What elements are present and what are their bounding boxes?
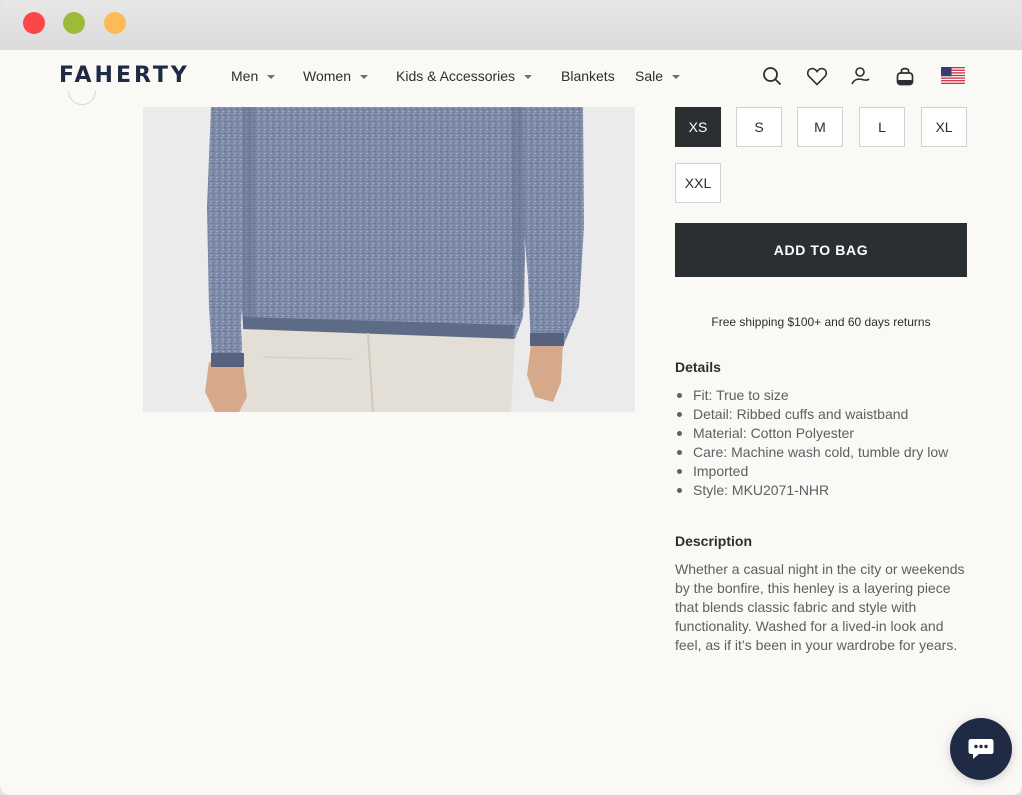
product-image[interactable] [143,107,635,412]
nav-blankets[interactable]: Blankets [561,68,615,84]
nav-men-label: Men [231,68,259,84]
size-option-l[interactable]: L [859,107,905,147]
chevron-down-icon [267,75,276,79]
nav-kids-accessories[interactable]: Kids & Accessories [396,68,533,84]
close-window-button[interactable] [23,12,45,34]
nav-sale[interactable]: Sale [635,68,681,84]
size-option-xxl[interactable]: XXL [675,163,721,203]
list-item: Detail: Ribbed cuffs and waistband [675,405,948,424]
bag-icon[interactable] [893,64,917,88]
list-item: Care: Machine wash cold, tumble dry low [675,443,948,462]
window-titlebar [0,0,1022,50]
chevron-down-icon [672,75,681,79]
details-heading: Details [675,359,721,375]
nav-blankets-label: Blankets [561,68,615,84]
thumbnail-partial[interactable] [68,91,96,107]
chevron-down-icon [524,75,533,79]
details-list: Fit: True to size Detail: Ribbed cuffs a… [675,386,948,500]
list-item: Style: MKU2071-NHR [675,481,948,500]
nav-men[interactable]: Men [231,68,276,84]
search-icon[interactable] [760,64,784,88]
list-item: Fit: True to size [675,386,948,405]
size-option-m[interactable]: M [797,107,843,147]
faherty-logo[interactable]: FAHERTY [59,63,190,88]
nav-women[interactable]: Women [303,68,368,84]
list-item: Material: Cotton Polyester [675,424,948,443]
account-icon[interactable] [848,64,872,88]
shipping-note: Free shipping $100+ and 60 days returns [711,315,931,329]
us-flag-icon[interactable] [941,67,965,84]
size-option-s[interactable]: S [736,107,782,147]
size-option-xl[interactable]: XL [921,107,967,147]
chat-bubble-icon [968,739,994,759]
heart-icon[interactable] [805,64,829,88]
minimize-window-button[interactable] [63,12,85,34]
add-to-bag-button[interactable]: ADD TO BAG [675,223,967,277]
list-item: Imported [675,462,948,481]
site-header: FAHERTY Men Women Kids & Accessories Bla… [0,50,1022,107]
chevron-down-icon [359,75,368,79]
zoom-window-button[interactable] [104,12,126,34]
nav-women-label: Women [303,68,351,84]
description-text: Whether a casual night in the city or we… [675,561,965,653]
chat-button[interactable] [950,718,1012,780]
browser-window: FAHERTY Men Women Kids & Accessories Bla… [0,0,1022,795]
size-option-xs[interactable]: XS [675,107,721,147]
description-heading: Description [675,533,753,549]
nav-kids-accessories-label: Kids & Accessories [396,68,516,84]
nav-sale-label: Sale [635,68,664,84]
